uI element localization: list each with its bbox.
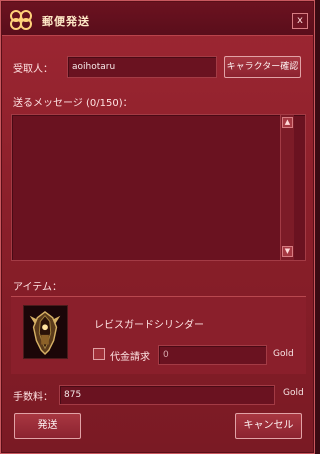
close-button[interactable]: x [292,13,308,29]
message-label: 送るメッセージ (0/150)： [13,98,133,109]
window-title: 郵便発送 [42,15,90,28]
cancel-button[interactable]: キャンセル [235,413,302,439]
fee-label: 手数料： [13,392,53,403]
character-check-button[interactable]: キャラクター確認 [224,56,301,78]
send-button[interactable]: 発送 [14,413,81,439]
message-scrollbar[interactable]: ▲ ▼ [280,115,294,260]
recipient-label: 受取人： [13,64,53,75]
title-bar[interactable]: 郵便発送 x [2,2,313,36]
item-label: アイテム： [13,282,62,293]
scroll-up-icon[interactable]: ▲ [282,117,293,128]
ornament-icon [10,10,32,30]
cod-checkbox[interactable] [93,348,105,360]
message-textarea[interactable] [11,114,306,261]
cod-unit: Gold [273,349,294,359]
item-name: レビスガードシリンダー [94,320,204,331]
scroll-down-icon[interactable]: ▼ [282,246,293,257]
cod-amount-input[interactable]: 0 [158,345,267,365]
recipient-input[interactable]: aoihotaru [67,56,217,78]
mail-send-window: 郵便発送 x 受取人： aoihotaru キャラクター確認 送るメッセージ (… [0,0,315,454]
fee-value: 875 [59,385,275,405]
fee-unit: Gold [283,388,304,398]
cod-label: 代金請求 [110,352,150,363]
armor-icon[interactable] [23,305,68,359]
